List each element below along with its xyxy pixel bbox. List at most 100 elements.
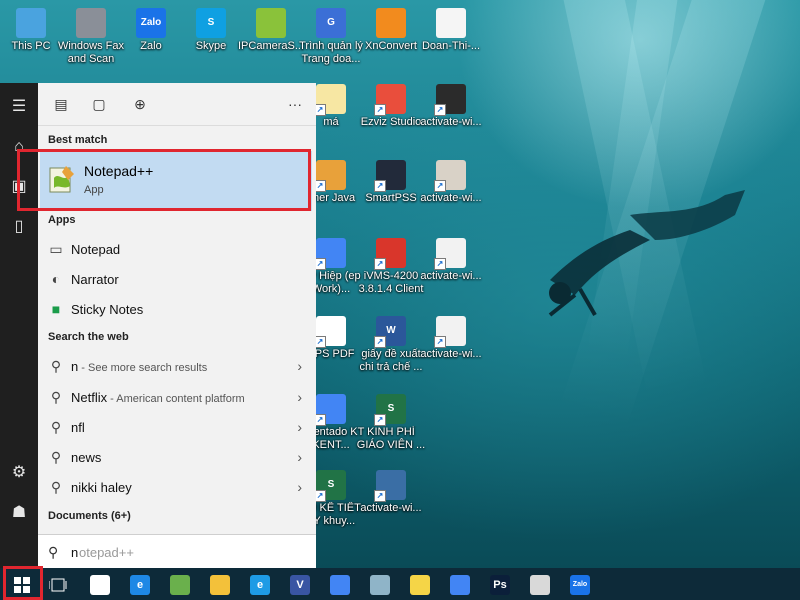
zalo-button[interactable]: Zalo [560,568,600,600]
task-view-button[interactable] [38,568,78,600]
shortcut-arrow-icon: ↗ [434,180,446,192]
chrome-icon [450,574,470,595]
ivms-icon: ↗ [374,238,406,270]
chrome-icon: ↗ [314,394,346,426]
paint-icon [530,574,550,595]
internet-explorer-icon: e [250,574,270,595]
web-result-item[interactable]: ⚲ nfl › [38,412,316,442]
ipcamera-icon [256,8,286,38]
app-label: Narrator [71,272,119,287]
mail-button[interactable] [80,568,120,600]
search-icon: ⚲ [50,358,62,374]
desktop-icon-label: Doan-Thi-... [421,40,481,52]
narrator-icon: ◐ [51,271,61,287]
excel-sheet-icon: S ↗ [374,394,406,426]
web-result-label: Netflix [71,390,108,405]
shortcut-arrow-icon: ↗ [434,336,446,348]
desktop-icon[interactable]: Doan-Thi-... [412,4,490,76]
chrome-icon [330,574,350,595]
photoshop-icon: Ps [490,574,510,595]
web-result-sub: - American content platform [107,393,245,405]
highlight-box [3,566,43,600]
chevron-right-icon: › [297,358,302,374]
app-item-sticky-notes[interactable]: ■ Sticky Notes [38,294,316,324]
image-file-icon: ↗ [374,470,406,502]
best-match-heading: Best match [48,134,108,146]
pdf-icon: ↗ [314,316,346,348]
search-icon: ⚲ [50,449,62,465]
diver-image [548,190,745,317]
chevron-right-icon: › [297,449,302,465]
sticky-notes-icon: ■ [51,301,61,317]
desktop-icon-label: activate-wi... [420,348,482,360]
java-icon: ↗ [314,160,346,192]
shortcut-arrow-icon: ↗ [374,414,386,426]
sticky-notes-icon [410,574,430,595]
web-result-item[interactable]: ⚲ Netflix - American content platform › [38,382,316,412]
settings-gear-icon[interactable]: ⚙ [0,459,38,487]
fax-scan-icon [76,8,106,38]
phone-icon[interactable]: ▯ [0,213,38,241]
shortcut-arrow-icon: ↗ [374,258,386,270]
zalo-icon: Zalo [570,574,590,595]
file-icon: ↗ [314,84,346,116]
zalo-icon: Zalo [136,8,166,38]
chevron-right-icon: › [297,389,302,405]
more-options-button[interactable]: ··· [282,91,308,117]
shortcut-arrow-icon: ↗ [434,104,446,116]
highlight-box [17,149,311,211]
desktop-icon-label: activate-wi... [420,116,482,128]
excel-sheet-icon: S ↗ [314,470,346,502]
app-item-notepad[interactable]: ▭ Notepad [38,234,316,264]
coccoc-button[interactable] [160,568,200,600]
chrome-button[interactable] [320,568,360,600]
desktop-icon[interactable]: ↗ activate-wi... [412,80,490,152]
documents-tab-icon[interactable]: ▤ [48,91,74,117]
app-button[interactable] [360,568,400,600]
paint-button[interactable] [520,568,560,600]
shortcut-arrow-icon: ↗ [374,180,386,192]
shortcut-arrow-icon: ↗ [374,336,386,348]
visio-button[interactable]: V [280,568,320,600]
search-icon: ⚲ [48,544,59,560]
web-result-item[interactable]: ⚲ nikki haley › [38,472,316,502]
notepad-icon: ▭ [49,241,63,257]
documents-heading[interactable]: Documents (6+) [48,510,131,522]
desktop-icon[interactable]: ↗ activate-wi... [412,312,490,384]
image-file-icon: ↗ [434,84,466,116]
desktop-icon[interactable]: S ↗ KINH PHÍ GIÁO VIÊN ... [352,390,430,462]
desktop-icon-label: activate-wi... [360,502,422,514]
user-icon[interactable]: ☗ [0,499,38,527]
edge-button[interactable]: e [120,568,160,600]
photoshop-button[interactable]: Ps [480,568,520,600]
visio-icon: V [290,574,310,595]
desktop-icon-label: activate-wi... [420,192,482,204]
app-item-narrator[interactable]: ◐ Narrator [38,264,316,294]
edge-icon: e [130,574,150,595]
chrome2-button[interactable] [440,568,480,600]
image-file-icon: ↗ [434,238,466,270]
shortcut-arrow-icon: ↗ [374,104,386,116]
desktop-icon[interactable]: ↗ activate-wi... [352,466,430,538]
file-tab-icon[interactable]: ▢ [86,91,112,117]
web-result-label: nfl [71,420,85,435]
web-tab-icon[interactable]: ⊕ [127,91,153,117]
search-input[interactable]: ⚲ n otepad++ [38,534,316,569]
smartpss-icon: ↗ [374,160,406,192]
mail-icon [90,574,110,595]
hamburger-icon[interactable]: ☰ [0,93,38,121]
app-label: Sticky Notes [71,302,144,317]
ie-button[interactable]: e [240,568,280,600]
desktop-icon[interactable]: ↗ activate-wi... [412,234,490,306]
folder-icon [210,574,230,595]
explorer-button[interactable] [200,568,240,600]
search-autocomplete-text: otepad++ [79,545,134,560]
web-result-item[interactable]: ⚲ news › [38,442,316,472]
desktop-icon[interactable]: ↗ activate-wi... [412,156,490,228]
web-result-item[interactable]: ⚲ n - See more search results › [38,351,316,381]
search-icon: ⚲ [50,389,62,405]
xnconvert-icon [376,8,406,38]
chrome-icon: ↗ [314,238,346,270]
sticky-button[interactable] [400,568,440,600]
chevron-right-icon: › [297,419,302,435]
